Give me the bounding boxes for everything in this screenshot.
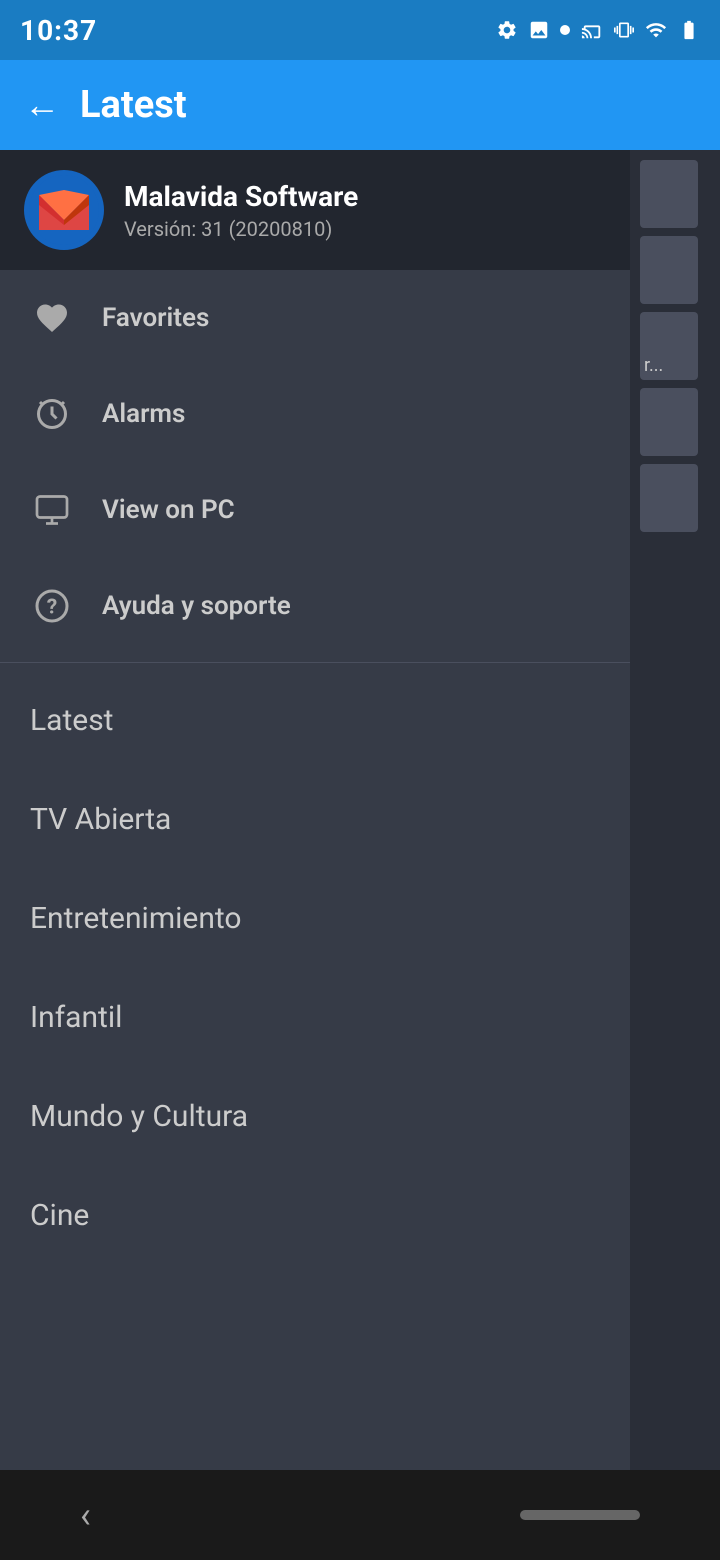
alarms-label: Alarms xyxy=(102,399,185,429)
profile-info: Malavida Software Versión: 31 (20200810) xyxy=(124,180,358,241)
app-bar: ← Latest xyxy=(0,60,720,150)
menu-item-help[interactable]: ? Ayuda y soporte xyxy=(0,558,630,654)
category-tv-abierta[interactable]: TV Abierta xyxy=(0,770,630,869)
alarm-icon xyxy=(30,392,74,436)
status-time: 10:37 xyxy=(20,14,97,47)
status-bar: 10:37 xyxy=(0,0,720,60)
back-button[interactable]: ← xyxy=(24,84,60,126)
right-thumb-2 xyxy=(640,236,698,304)
menu-item-favorites[interactable]: Favorites xyxy=(0,270,630,366)
cast-icon xyxy=(580,19,604,41)
nav-back-button[interactable]: ‹ xyxy=(80,1494,91,1536)
status-icons xyxy=(496,19,700,41)
monitor-icon xyxy=(30,488,74,532)
image-icon xyxy=(528,19,550,41)
help-icon: ? xyxy=(30,584,74,628)
drawer: Malavida Software Versión: 31 (20200810)… xyxy=(0,150,630,1470)
app-logo xyxy=(24,170,104,250)
category-latest[interactable]: Latest xyxy=(0,671,630,770)
right-thumb-1 xyxy=(640,160,698,228)
nav-home-pill[interactable] xyxy=(520,1510,640,1520)
right-panel: r... xyxy=(630,150,720,1470)
profile-version: Versión: 31 (20200810) xyxy=(124,217,358,241)
heart-icon xyxy=(30,296,74,340)
wifi-icon xyxy=(644,19,668,41)
category-mundo-y-cultura[interactable]: Mundo y Cultura xyxy=(0,1067,630,1166)
right-thumb-3: r... xyxy=(640,312,698,380)
battery-icon xyxy=(678,19,700,41)
app-bar-title: Latest xyxy=(80,83,187,127)
notification-dot xyxy=(560,25,570,35)
svg-text:?: ? xyxy=(47,596,57,620)
right-thumb-4 xyxy=(640,388,698,456)
right-thumb-5 xyxy=(640,464,698,532)
right-thumb-text-3: r... xyxy=(644,355,663,376)
menu-divider xyxy=(0,662,630,663)
menu-item-alarms[interactable]: Alarms xyxy=(0,366,630,462)
settings-icon xyxy=(496,19,518,41)
profile-name: Malavida Software xyxy=(124,180,358,213)
vibrate-icon xyxy=(614,19,634,41)
profile-header: Malavida Software Versión: 31 (20200810) xyxy=(0,150,630,270)
category-entretenimiento[interactable]: Entretenimiento xyxy=(0,869,630,968)
bottom-nav: ‹ xyxy=(0,1470,720,1560)
main-content: Malavida Software Versión: 31 (20200810)… xyxy=(0,150,720,1470)
view-on-pc-label: View on PC xyxy=(102,495,235,525)
help-label: Ayuda y soporte xyxy=(102,591,291,621)
menu-item-view-on-pc[interactable]: View on PC xyxy=(0,462,630,558)
favorites-label: Favorites xyxy=(102,303,209,333)
category-cine[interactable]: Cine xyxy=(0,1166,630,1265)
category-infantil[interactable]: Infantil xyxy=(0,968,630,1067)
